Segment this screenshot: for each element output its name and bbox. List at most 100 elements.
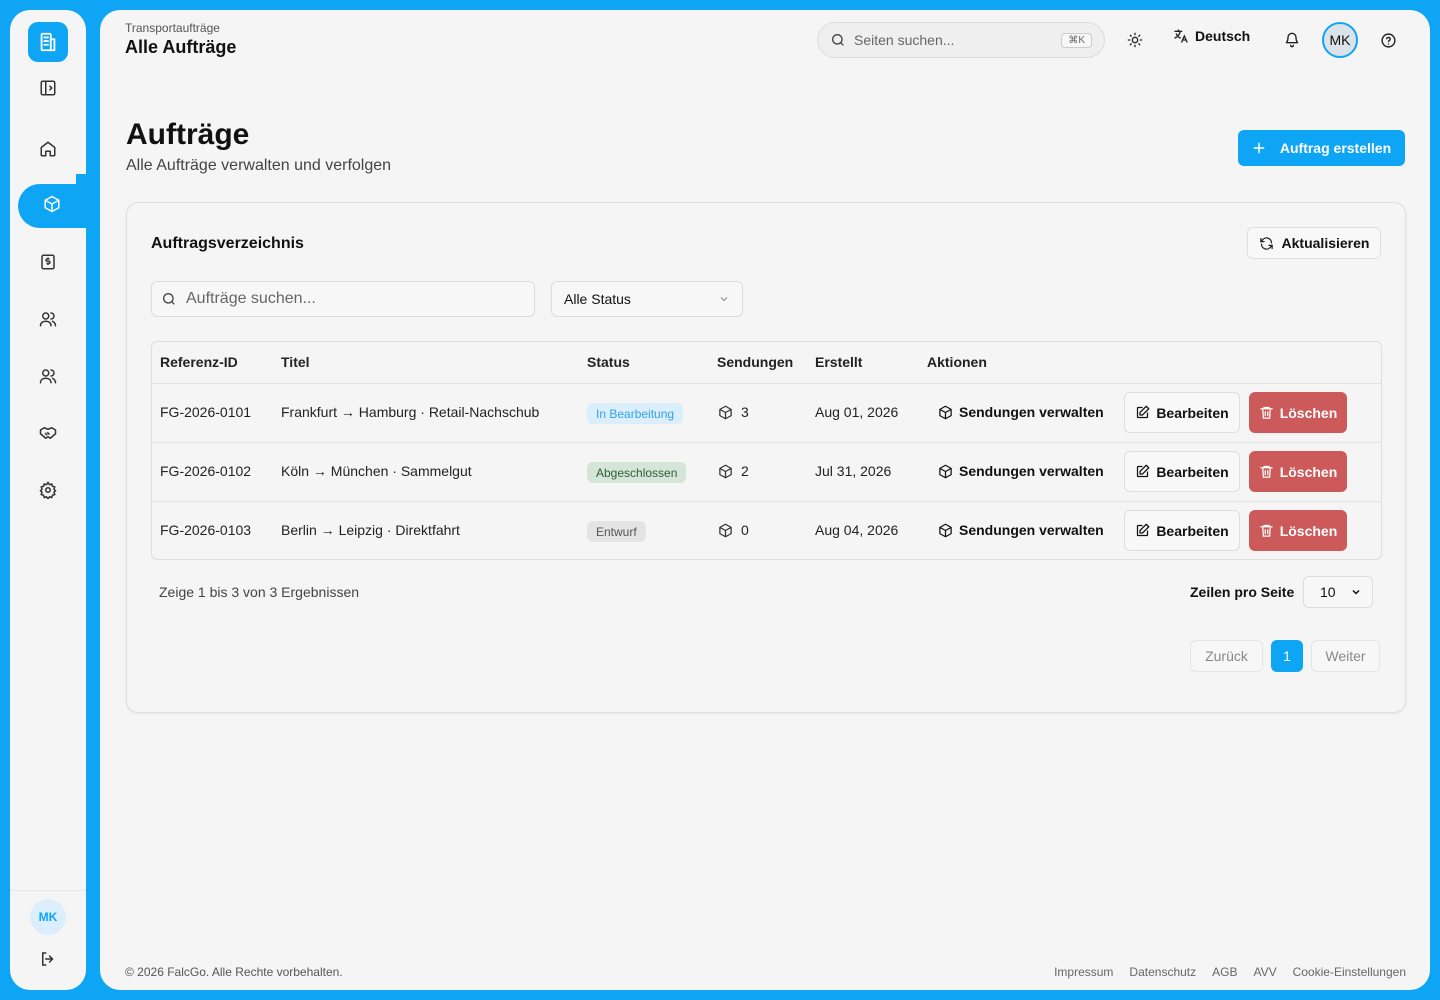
header-shipments[interactable]: Sendungen (717, 354, 793, 370)
cell-created: Aug 04, 2026 (815, 522, 899, 538)
rows-per-page-label: Zeilen pro Seite (1190, 584, 1295, 600)
table-row[interactable]: FG-2026-0101 Frankfurt → Hamburg · Retai… (152, 383, 1381, 442)
create-order-label: Auftrag erstellen (1279, 140, 1392, 156)
user-avatar[interactable]: MK (1322, 22, 1358, 58)
users-icon[interactable] (10, 354, 86, 398)
delete-button[interactable]: Löschen (1249, 451, 1347, 492)
header-status[interactable]: Status (587, 354, 630, 370)
cell-ref: FG-2026-0103 (160, 522, 252, 538)
breadcrumb[interactable]: Transportaufträge (125, 21, 220, 35)
handshake-icon[interactable] (10, 411, 86, 455)
sidebar-avatar[interactable]: MK (30, 899, 66, 935)
chevron-down-icon (1350, 586, 1362, 598)
delete-button[interactable]: Löschen (1249, 510, 1347, 551)
refresh-label: Aktualisieren (1281, 235, 1370, 251)
panel-toggle-icon[interactable] (10, 66, 86, 110)
shipments-count: 2 (741, 463, 749, 479)
edit-icon (1135, 405, 1150, 420)
shipments-count: 3 (741, 404, 749, 420)
delete-label: Löschen (1279, 463, 1338, 480)
page-1-button[interactable]: 1 (1271, 640, 1303, 672)
edit-label: Bearbeiten (1156, 522, 1229, 539)
search-shortcut: ⌘K (1061, 32, 1092, 48)
sidebar: MK (10, 10, 86, 990)
global-search-placeholder: Seiten suchen... (854, 32, 955, 48)
header-title[interactable]: Titel (281, 354, 310, 370)
edit-button[interactable]: Bearbeiten (1124, 392, 1240, 433)
manage-label: Sendungen verwalten (959, 404, 1104, 420)
manage-shipments-button[interactable]: Sendungen verwalten (938, 404, 1104, 420)
orders-table: Referenz-ID Titel Status Sendungen Erste… (151, 341, 1382, 560)
orders-search-input[interactable]: Aufträge suchen... (151, 281, 535, 317)
refresh-button[interactable]: Aktualisieren (1247, 227, 1381, 259)
status-filter-value: Alle Status (564, 291, 631, 307)
status-filter-select[interactable]: Alle Status (551, 281, 743, 317)
footer-copyright: © 2026 FalcGo. Alle Rechte vorbehalten. (125, 965, 343, 979)
cell-created: Jul 31, 2026 (815, 463, 892, 479)
main-panel: Transportaufträge Alle Aufträge Seiten s… (100, 10, 1430, 990)
plus-icon (1252, 141, 1266, 155)
edit-icon (1135, 523, 1150, 538)
manage-label: Sendungen verwalten (959, 463, 1104, 479)
delete-label: Löschen (1279, 404, 1338, 421)
refresh-icon (1259, 236, 1274, 251)
theme-toggle-icon[interactable] (1121, 26, 1149, 54)
footer-link-avv[interactable]: AVV (1253, 965, 1276, 979)
prev-page-button[interactable]: Zurück (1190, 640, 1263, 672)
home-icon[interactable] (10, 127, 86, 171)
header-ref[interactable]: Referenz-ID (160, 354, 238, 370)
cell-ref: FG-2026-0101 (160, 404, 252, 420)
footer-link-terms[interactable]: AGB (1212, 965, 1237, 979)
table-row[interactable]: FG-2026-0102 Köln → München · Sammelgut … (152, 442, 1381, 501)
footer-link-cookies[interactable]: Cookie-Einstellungen (1293, 965, 1406, 979)
create-order-button[interactable]: Auftrag erstellen (1238, 130, 1405, 166)
cell-shipments: 0 (718, 522, 749, 538)
table-row[interactable]: FG-2026-0103 Berlin → Leipzig · Direktfa… (152, 501, 1381, 559)
global-search-input[interactable]: Seiten suchen... ⌘K (817, 22, 1105, 58)
status-badge: Entwurf (587, 521, 646, 542)
rows-per-page-value: 10 (1320, 584, 1336, 600)
topbar-title: Alle Aufträge (125, 37, 237, 57)
status-badge: Abgeschlossen (587, 462, 687, 483)
footer-link-impressum[interactable]: Impressum (1054, 965, 1113, 979)
package-icon (718, 523, 733, 538)
header-actions: Aktionen (927, 354, 987, 370)
building-icon[interactable] (28, 22, 68, 62)
settings-icon[interactable] (10, 468, 86, 512)
footer-links: Impressum Datenschutz AGB AVV Cookie-Ein… (1054, 965, 1406, 979)
card-title: Auftragsverzeichnis (151, 235, 304, 252)
bell-icon[interactable] (1278, 26, 1306, 54)
status-badge: In Bearbeitung (587, 403, 684, 424)
header-created[interactable]: Erstellt (815, 354, 862, 370)
edit-button[interactable]: Bearbeiten (1124, 451, 1240, 492)
edit-button[interactable]: Bearbeiten (1124, 510, 1240, 551)
page-title: Aufträge (126, 118, 250, 151)
next-page-button[interactable]: Weiter (1311, 640, 1380, 672)
delete-button[interactable]: Löschen (1249, 392, 1347, 433)
footer-link-privacy[interactable]: Datenschutz (1129, 965, 1196, 979)
package-icon (43, 195, 61, 218)
package-icon (938, 464, 953, 479)
manage-shipments-button[interactable]: Sendungen verwalten (938, 463, 1104, 479)
manage-shipments-button[interactable]: Sendungen verwalten (938, 522, 1104, 538)
rows-per-page-select[interactable]: 10 (1303, 576, 1373, 608)
cell-title: Frankfurt → Hamburg · Retail-Nachschub (281, 404, 540, 420)
orders-card: Auftragsverzeichnis Aktualisieren Aufträ… (126, 202, 1406, 713)
package-icon (718, 405, 733, 420)
edit-label: Bearbeiten (1156, 404, 1229, 421)
help-icon[interactable] (1374, 26, 1402, 54)
language-switcher[interactable]: Deutsch (1173, 28, 1250, 44)
edit-icon (1135, 464, 1150, 479)
logout-icon[interactable] (10, 937, 86, 981)
package-icon (938, 523, 953, 538)
shipments-count: 0 (741, 522, 749, 538)
cell-created: Aug 01, 2026 (815, 404, 899, 420)
package-icon (718, 464, 733, 479)
cell-shipments: 2 (718, 463, 749, 479)
invoice-icon[interactable] (10, 240, 86, 284)
delete-label: Löschen (1279, 522, 1338, 539)
search-icon (830, 32, 846, 48)
trash-icon (1259, 405, 1274, 420)
cell-shipments: 3 (718, 404, 749, 420)
users-icon[interactable] (10, 297, 86, 341)
